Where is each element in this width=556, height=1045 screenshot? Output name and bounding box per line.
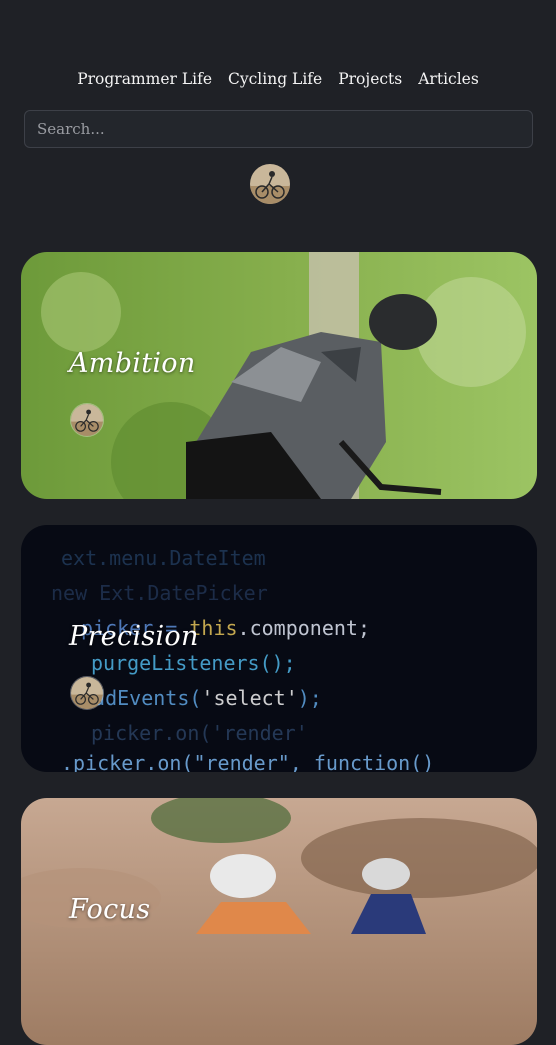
svg-text:purgeListeners();: purgeListeners(); — [91, 651, 296, 675]
post-card-ambition[interactable]: Ambition — [21, 252, 537, 499]
svg-text:ext.menu.DateItem: ext.menu.DateItem — [61, 546, 266, 570]
post-title[interactable]: Precision — [69, 621, 199, 652]
search-input[interactable] — [24, 110, 533, 148]
post-title[interactable]: Ambition — [69, 348, 196, 379]
nav-programmer-life[interactable]: Programmer Life — [77, 70, 212, 88]
avatar[interactable] — [250, 164, 290, 204]
post-title[interactable]: Focus — [69, 894, 150, 925]
svg-text:new Ext.DatePicker: new Ext.DatePicker — [51, 581, 268, 605]
svg-text:.picker.on("render", function(: .picker.on("render", function() — [61, 751, 434, 772]
nav-articles[interactable]: Articles — [418, 70, 479, 88]
svg-text:picker.on('render': picker.on('render' — [91, 721, 308, 745]
author-avatar — [70, 676, 104, 710]
nav-projects[interactable]: Projects — [338, 70, 402, 88]
nav-cycling-life[interactable]: Cycling Life — [228, 70, 322, 88]
post-card-precision[interactable]: ext.menu.DateItem new Ext.DatePicker pic… — [21, 525, 537, 772]
svg-text:addEvents('select');: addEvents('select'); — [81, 686, 322, 710]
main-nav: Programmer Life Cycling Life Projects Ar… — [0, 70, 556, 88]
author-avatar — [70, 403, 104, 437]
post-card-focus[interactable]: Focus — [21, 798, 537, 1045]
